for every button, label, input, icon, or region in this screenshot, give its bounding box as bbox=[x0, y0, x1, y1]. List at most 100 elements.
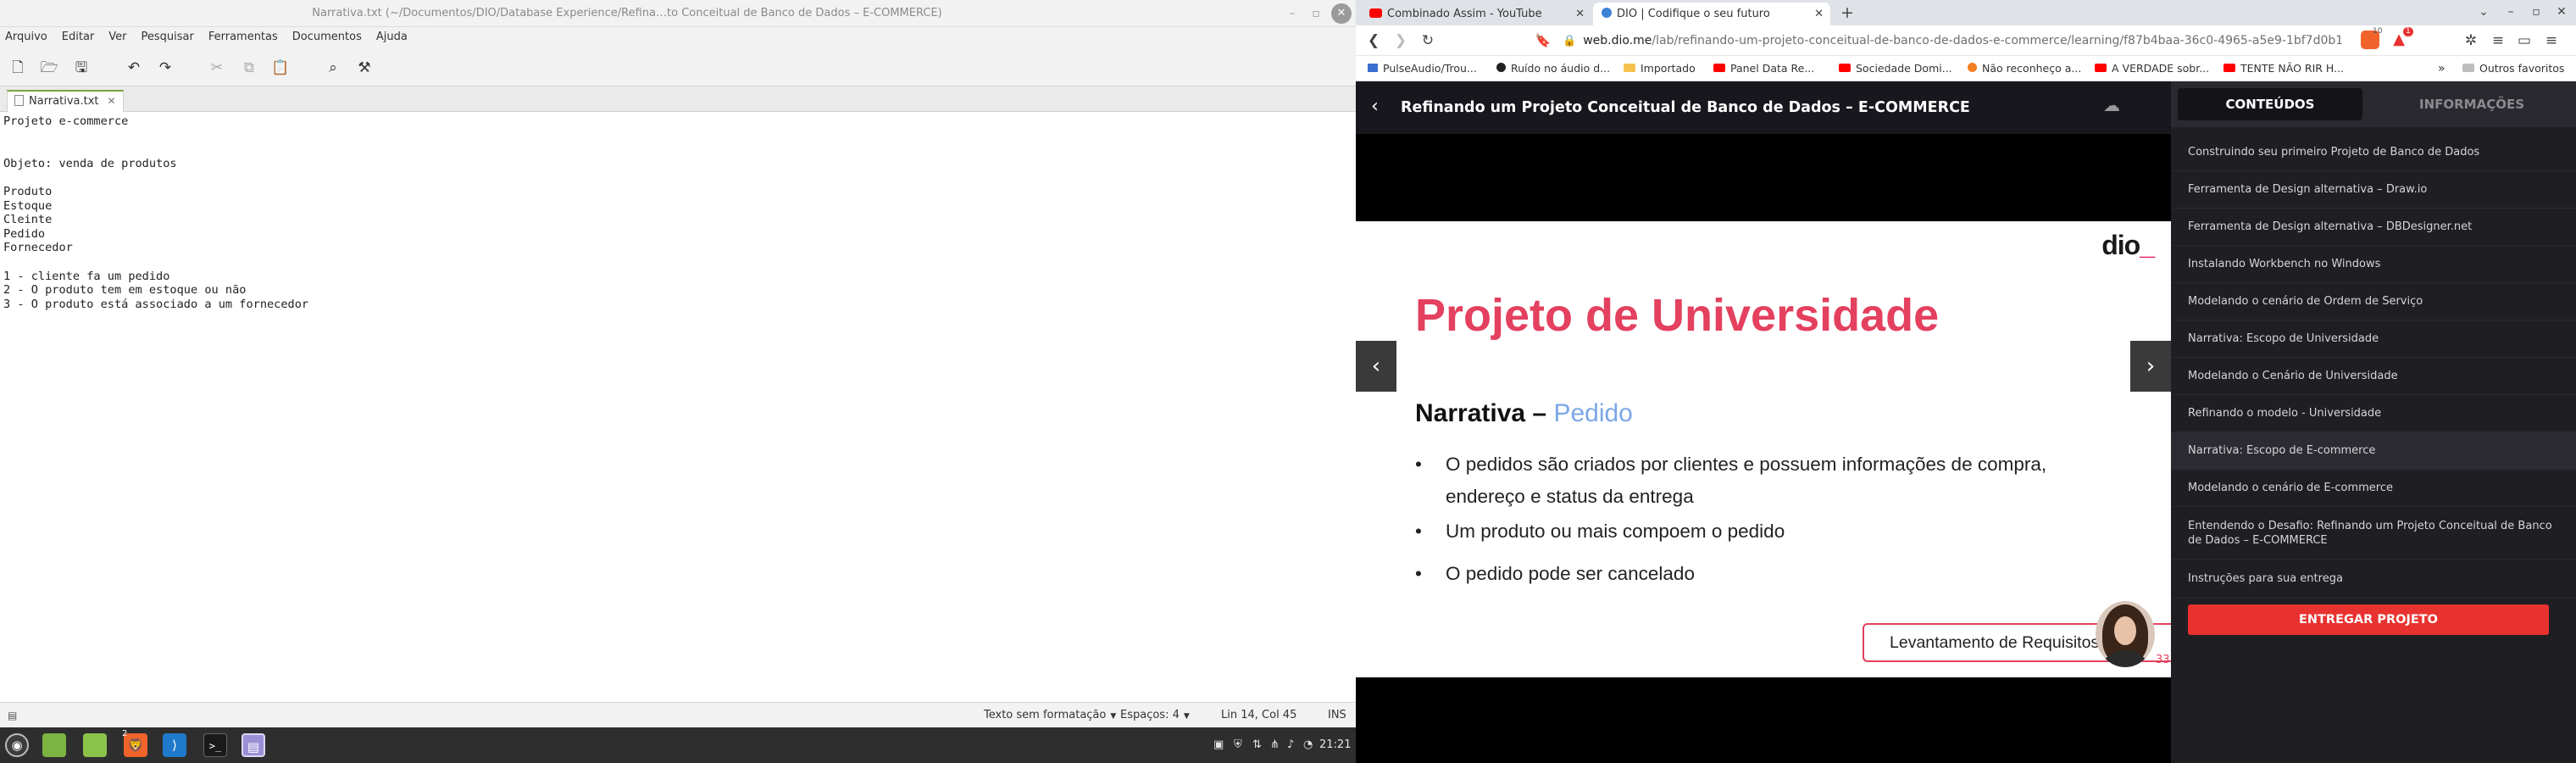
vscode-icon[interactable]: ⟩ bbox=[163, 733, 186, 757]
lesson-item[interactable]: Entendendo o Desafio: Refinando um Proje… bbox=[2171, 507, 2576, 560]
minimize-icon[interactable]: – bbox=[2502, 3, 2519, 20]
lesson-item[interactable]: Modelando o cenário de E-commerce bbox=[2171, 470, 2576, 507]
lesson-item[interactable]: Modelando o Cenário de Universidade bbox=[2171, 358, 2576, 395]
browser-tab-dio[interactable]: DIO | Codifique o seu futuro ✕ bbox=[1593, 3, 1830, 25]
syntax-label: Texto sem formatação bbox=[984, 709, 1107, 721]
bookmark-item[interactable]: TENTE NÃO RIR H... bbox=[2223, 56, 2344, 81]
bookmark-item[interactable]: Não reconheço a... bbox=[1968, 56, 2081, 81]
open-file-icon[interactable]: 🗁 bbox=[39, 58, 59, 78]
sidepanel-toggle-icon[interactable]: ▤ bbox=[8, 703, 17, 728]
reload-icon[interactable]: ↻ bbox=[1418, 31, 1437, 50]
text-line: 1 - cliente fa um pedido bbox=[3, 269, 170, 283]
next-slide-button[interactable]: › bbox=[2130, 341, 2171, 392]
sound-icon[interactable]: ♪ bbox=[1287, 727, 1294, 763]
menu-ajuda[interactable]: Ajuda bbox=[369, 27, 415, 47]
redo-icon[interactable]: ↷ bbox=[155, 58, 175, 78]
chevron-left-icon: ‹ bbox=[1371, 354, 1381, 379]
close-tab-icon[interactable]: ✕ bbox=[1814, 3, 1824, 25]
close-tab-icon[interactable]: ✕ bbox=[108, 95, 116, 107]
spaces-selector[interactable]: Espaços: 4 ▼ bbox=[1120, 703, 1190, 728]
menu-documentos[interactable]: Documentos bbox=[286, 27, 369, 47]
slide-subtitle: Narrativa – Pedido bbox=[1415, 399, 1633, 428]
more-bookmarks[interactable]: » bbox=[2438, 56, 2446, 81]
menu-ver[interactable]: Ver bbox=[102, 27, 134, 47]
prev-slide-button[interactable]: ‹ bbox=[1356, 341, 1396, 392]
editor-text-area[interactable]: Projeto e-commerce Objeto: venda de prod… bbox=[0, 112, 1356, 702]
lesson-item[interactable]: Instruções para sua entrega bbox=[2171, 560, 2576, 599]
tab-narrativa[interactable]: Narrativa.txt ✕ bbox=[7, 90, 124, 112]
save-icon[interactable]: 🖫 bbox=[71, 58, 92, 78]
lesson-item-active[interactable]: Narrativa: Escopo de E-commerce bbox=[2171, 432, 2576, 470]
extensions-icon[interactable]: ✲ bbox=[2462, 31, 2480, 50]
tab-search-icon[interactable]: ⌄ bbox=[2475, 3, 2492, 20]
close-tab-icon[interactable]: ✕ bbox=[1575, 3, 1585, 25]
network-icon[interactable]: ⇅ bbox=[1252, 727, 1262, 763]
bookmark-item[interactable]: Sociedade Domi... bbox=[1839, 56, 1952, 81]
terminal-icon[interactable]: >_ bbox=[203, 733, 227, 757]
menu-pesquisar[interactable]: Pesquisar bbox=[135, 27, 202, 47]
menu-arquivo[interactable]: Arquivo bbox=[0, 27, 55, 47]
bookmark-label: PulseAudio/Trou... bbox=[1383, 62, 1477, 75]
browser-tab-youtube[interactable]: Combinado Assim - YouTube ✕ bbox=[1361, 3, 1591, 25]
tab-conteudos[interactable]: CONTEÚDOS bbox=[2178, 88, 2362, 120]
bookmark-icon[interactable]: 🔖 bbox=[1534, 31, 1552, 50]
back-icon[interactable]: ❮ bbox=[1364, 31, 1383, 50]
youtube-icon bbox=[2095, 64, 2107, 72]
video-player[interactable]: ‹ Refinando um Projeto Conceitual de Ban… bbox=[1356, 81, 2171, 763]
reading-list-icon[interactable]: ≡ bbox=[2489, 31, 2507, 50]
forward-icon[interactable]: ❯ bbox=[1391, 31, 1410, 50]
submit-project-button[interactable]: ENTREGAR PROJETO bbox=[2188, 604, 2549, 635]
address-bar[interactable]: 🔒 web.dio.me/lab/refinando-um-projeto-con… bbox=[1563, 29, 2342, 53]
lesson-item[interactable]: Modelando o cenário de Ordem de Serviço bbox=[2171, 283, 2576, 320]
lesson-item[interactable]: Instalando Workbench no Windows bbox=[2171, 246, 2576, 283]
bookmark-item[interactable]: PulseAudio/Trou... bbox=[1368, 56, 1477, 81]
back-arrow-icon[interactable]: ‹ bbox=[1371, 97, 1379, 117]
copy-icon[interactable]: ⧉ bbox=[239, 58, 259, 78]
text-editor-icon[interactable]: ▤ bbox=[242, 733, 265, 757]
close-window-icon[interactable]: ✕ bbox=[2553, 3, 2570, 20]
cloud-download-icon[interactable]: ☁ bbox=[2103, 95, 2120, 115]
lesson-item[interactable]: Ferramenta de Design alternativa – Draw.… bbox=[2171, 171, 2576, 209]
replace-icon[interactable]: ⚒ bbox=[354, 58, 375, 78]
new-tab-button[interactable]: + bbox=[1840, 2, 1854, 24]
lesson-item[interactable]: Refinando o modelo - Universidade bbox=[2171, 395, 2576, 432]
close-window-icon[interactable]: ✕ bbox=[1331, 3, 1352, 24]
syntax-selector[interactable]: Texto sem formatação ▼ bbox=[984, 703, 1116, 728]
folder-icon bbox=[1624, 64, 1635, 72]
bookmark-label: Importado bbox=[1641, 62, 1696, 75]
other-bookmarks[interactable]: Outros favoritos bbox=[2462, 56, 2564, 81]
shield-icon[interactable]: ⛨ bbox=[1234, 727, 1242, 763]
menu-editar[interactable]: Editar bbox=[55, 27, 103, 47]
browser-menu-icon[interactable]: ≡ bbox=[2542, 31, 2561, 50]
wifi-icon[interactable]: ◔ bbox=[1303, 727, 1313, 763]
bookmark-item[interactable]: A VERDADE sobr... bbox=[2095, 56, 2209, 81]
wallet-icon[interactable]: ▭ bbox=[2515, 31, 2534, 50]
cut-icon[interactable]: ✂ bbox=[207, 58, 227, 78]
workspace-icon[interactable]: ▣ bbox=[1213, 727, 1224, 763]
network-tree-icon[interactable]: ⋔ bbox=[1270, 727, 1280, 763]
clock[interactable]: 21:21 bbox=[1319, 727, 1351, 763]
lesson-item[interactable]: Construindo seu primeiro Projeto de Banc… bbox=[2171, 134, 2576, 171]
text-line: Produto bbox=[3, 184, 53, 198]
menu-ferramentas[interactable]: Ferramentas bbox=[202, 27, 286, 47]
maximize-icon[interactable]: ▫ bbox=[1307, 5, 1324, 22]
bookmark-item[interactable]: Ruído no áudio d... bbox=[1496, 56, 1610, 81]
new-file-icon[interactable]: 🗋 bbox=[8, 58, 28, 78]
caret-down-icon: ▼ bbox=[1183, 712, 1190, 721]
minimize-icon[interactable]: – bbox=[1284, 5, 1301, 22]
maximize-icon[interactable]: ▫ bbox=[2528, 3, 2545, 20]
bookmark-label: TENTE NÃO RIR H... bbox=[2240, 62, 2345, 75]
editor-titlebar: Narrativa.txt (~/Documentos/DIO/Database… bbox=[0, 0, 1356, 27]
bookmark-item[interactable]: Importado bbox=[1624, 56, 1696, 81]
paste-icon[interactable]: 📋 bbox=[270, 58, 291, 78]
show-desktop-icon[interactable] bbox=[42, 733, 66, 757]
files-icon[interactable] bbox=[83, 733, 107, 757]
mint-menu-icon[interactable]: ◉ bbox=[5, 733, 29, 757]
lesson-item[interactable]: Narrativa: Escopo de Universidade bbox=[2171, 320, 2576, 358]
undo-icon[interactable]: ↶ bbox=[124, 58, 144, 78]
bookmark-label: Ruído no áudio d... bbox=[1511, 62, 1611, 75]
find-icon[interactable]: ⌕ bbox=[323, 58, 343, 78]
tab-informacoes[interactable]: INFORMAÇÕES bbox=[2379, 88, 2564, 120]
bookmark-item[interactable]: Panel Data Re... bbox=[1713, 56, 1814, 81]
lesson-item[interactable]: Ferramenta de Design alternativa – DBDes… bbox=[2171, 209, 2576, 246]
